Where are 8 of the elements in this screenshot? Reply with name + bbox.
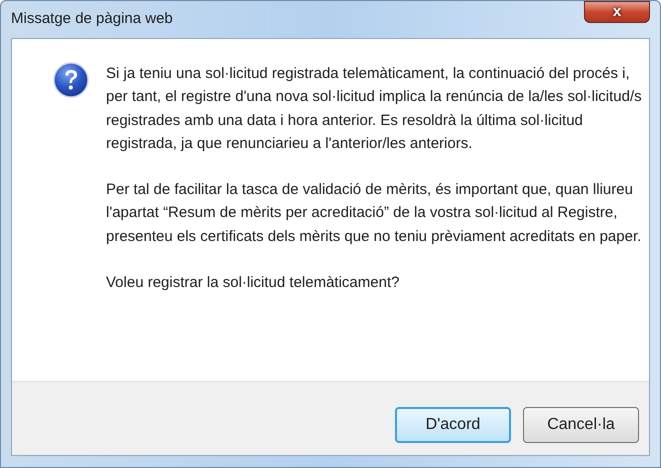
dialog-button[interactable]: D'acord [395, 407, 511, 443]
dialog-button[interactable]: Cancel·la [523, 407, 639, 443]
message-text: Si ja teniu una sol·licitud registrada telemàticament, la continuació del procés i, per tant, el registre d'una nova sol·licitud implica la renúncia de la/les sol·licitud/s registrades amb una data i hora anterior. Es resoldrà la última sol·licitud registrada, ja que renunciarieu a l'anterior/les anteriors. [106, 64, 643, 154]
window-title: Missatge de pàgina web [11, 9, 173, 29]
message-text: Per tal de facilitar la tasca de validació de mèrits, és important que, quan lliureu l'apartat “Resum de mèrits per acreditació” de la vostra sol·licitud al Registre, presenteu els certificats dels mèrits que no teniu prèviament acreditats en paper. [106, 180, 642, 247]
message-text: Voleu registrar la sol·licitud telemàticament? [106, 273, 400, 294]
question-icon [53, 62, 89, 98]
close-button[interactable]: x [584, 1, 650, 23]
